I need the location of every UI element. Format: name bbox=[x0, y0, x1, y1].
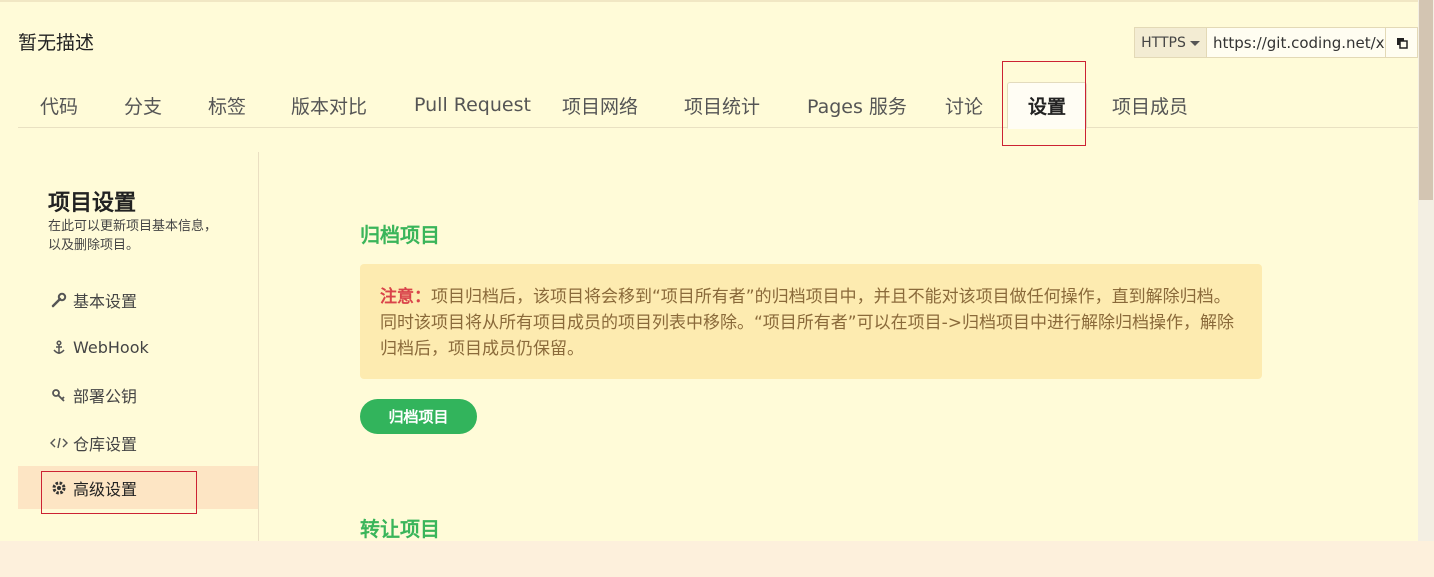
tab-settings[interactable]: 设置 bbox=[1007, 82, 1088, 129]
sidebar-item-label: 仓库设置 bbox=[73, 434, 138, 454]
scrollbar-thumb[interactable] bbox=[1419, 0, 1433, 200]
sidebar-item-label: 基本设置 bbox=[73, 291, 138, 311]
sidebar-title: 项目设置 bbox=[48, 191, 137, 216]
sidebar-item-basic[interactable]: 基本设置 bbox=[18, 278, 258, 321]
top-divider bbox=[0, 0, 1418, 2]
copy-button[interactable] bbox=[1385, 28, 1417, 57]
tab-discussion[interactable]: 讨论 bbox=[945, 82, 983, 128]
chevron-down-icon bbox=[1189, 41, 1200, 46]
notice-text: 项目归档后，该项目将会移到“项目所有者”的归档项目中，并且不能对该项目做任何操作… bbox=[380, 287, 1234, 359]
anchor-icon bbox=[50, 339, 68, 357]
vertical-scrollbar[interactable] bbox=[1418, 0, 1434, 541]
project-description: 暂无描述 bbox=[18, 32, 95, 54]
protocol-dropdown[interactable]: HTTPS bbox=[1135, 28, 1207, 57]
gear-icon bbox=[50, 479, 68, 497]
tab-branches[interactable]: 分支 bbox=[124, 82, 162, 128]
tab-tags[interactable]: 标签 bbox=[208, 82, 246, 128]
tab-bar: 代码 分支 标签 版本对比 Pull Request 项目网络 项目统计 Pag… bbox=[18, 82, 1418, 129]
archive-section-title: 归档项目 bbox=[360, 223, 440, 247]
sidebar-item-deploy-keys[interactable]: 部署公钥 bbox=[18, 373, 258, 416]
tab-members[interactable]: 项目成员 bbox=[1112, 82, 1188, 128]
settings-sidebar: 项目设置 在此可以更新项目基本信息，以及删除项目。 基本设置 WebHook 部… bbox=[18, 152, 259, 541]
sidebar-item-label: WebHook bbox=[73, 338, 149, 357]
code-icon bbox=[50, 434, 68, 452]
key-icon bbox=[50, 386, 68, 404]
sidebar-item-label: 部署公钥 bbox=[73, 386, 138, 406]
archive-project-button[interactable]: 归档项目 bbox=[360, 399, 477, 434]
tab-compare[interactable]: 版本对比 bbox=[291, 82, 367, 128]
sidebar-item-advanced[interactable]: 高级设置 bbox=[18, 466, 258, 509]
transfer-section-title: 转让项目 bbox=[360, 517, 440, 541]
sidebar-item-repository[interactable]: 仓库设置 bbox=[18, 421, 258, 464]
notice-label: 注意： bbox=[380, 287, 431, 307]
clone-url-box: HTTPS https://git.coding.net/xi bbox=[1134, 27, 1418, 58]
sidebar-description: 在此可以更新项目基本信息，以及删除项目。 bbox=[48, 219, 218, 253]
tab-network[interactable]: 项目网络 bbox=[562, 82, 638, 128]
tab-pages[interactable]: Pages 服务 bbox=[807, 82, 907, 128]
clone-url-input[interactable]: https://git.coding.net/xi bbox=[1207, 28, 1385, 57]
wrench-icon bbox=[50, 291, 68, 309]
tab-code[interactable]: 代码 bbox=[40, 82, 78, 128]
protocol-label: HTTPS bbox=[1141, 34, 1186, 51]
tab-statistics[interactable]: 项目统计 bbox=[684, 82, 760, 128]
archive-notice: 注意：项目归档后，该项目将会移到“项目所有者”的归档项目中，并且不能对该项目做任… bbox=[360, 264, 1262, 379]
tab-pull-request[interactable]: Pull Request bbox=[414, 82, 531, 128]
sidebar-item-webhook[interactable]: WebHook bbox=[18, 326, 258, 369]
page: 暂无描述 HTTPS https://git.coding.net/xi 代码 … bbox=[0, 0, 1418, 541]
sidebar-item-label: 高级设置 bbox=[73, 479, 138, 499]
copy-icon bbox=[1396, 37, 1408, 49]
